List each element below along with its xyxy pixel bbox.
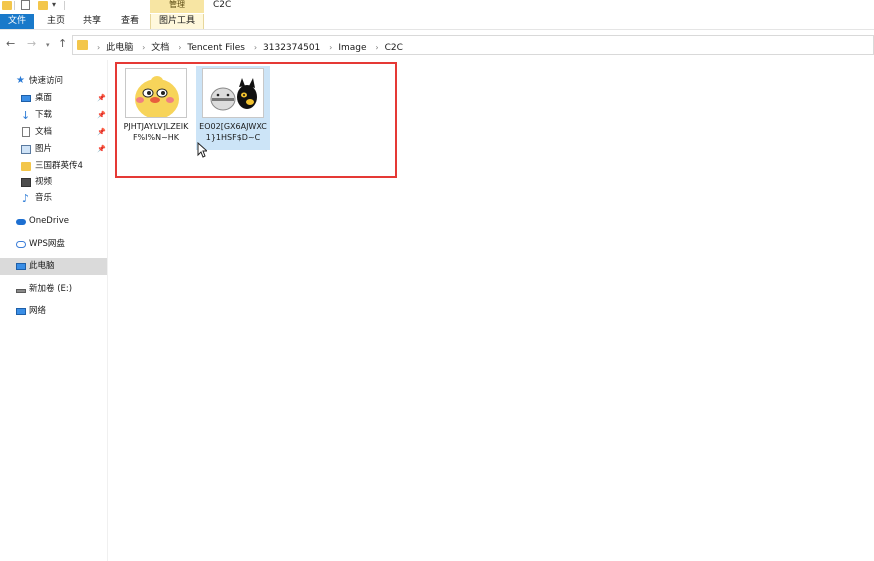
star-icon: ★ [16, 75, 25, 86]
folder-icon[interactable] [2, 1, 12, 10]
navigation-bar: ← → ▾ ↑ › 此电脑 › 文档 › Tencent Files › 3132374… [0, 31, 874, 59]
breadcrumb-item[interactable]: 3132374501 [263, 43, 320, 53]
recent-locations-chevron-icon[interactable]: ▾ [46, 40, 50, 51]
sidebar-item-label: 下载 [35, 110, 53, 120]
folder-icon [21, 162, 31, 171]
toolbar-divider [64, 1, 65, 10]
sidebar-item-label: 桌面 [35, 93, 53, 103]
up-arrow-icon[interactable]: ↑ [58, 38, 67, 49]
breadcrumb-item[interactable]: 此电脑 [106, 43, 133, 53]
pin-icon[interactable]: 📌 [97, 124, 106, 141]
desktop-icon [21, 95, 31, 102]
toolbar-divider [14, 1, 15, 10]
title-bar: ▾ 管理 C2C [0, 0, 874, 14]
onedrive-cloud-icon [16, 219, 26, 225]
pin-icon[interactable]: 📌 [97, 107, 106, 124]
folder-icon [77, 40, 88, 50]
sidebar-item-wps-drive[interactable]: WPS网盘 [0, 236, 107, 253]
forward-arrow-icon[interactable]: → [27, 38, 36, 49]
download-icon: ↓ [21, 109, 31, 122]
sidebar-item-label: 此电脑 [29, 261, 55, 271]
video-icon [21, 178, 31, 187]
sidebar-item-downloads[interactable]: ↓ 下载 📌 [0, 107, 107, 124]
sidebar-item-drive-e[interactable]: 新加卷 (E:) [0, 281, 107, 298]
sidebar-item-label: 视频 [35, 177, 53, 187]
sidebar-item-label: 音乐 [35, 193, 53, 203]
sidebar-item-label: 三国群英传4 [35, 161, 83, 171]
navigation-pane: ★ 快速访问 桌面 📌 ↓ 下载 📌 文档 📌 图片 📌 三国群英传4 视频 ♪… [0, 60, 108, 561]
window-title: C2C [213, 0, 232, 10]
new-folder-icon[interactable] [38, 1, 48, 10]
sidebar-item-label: 网络 [29, 306, 47, 316]
breadcrumb-chevron-icon[interactable]: › [329, 43, 332, 52]
sidebar-item-label: 快速访问 [29, 76, 64, 86]
sidebar-item-desktop[interactable]: 桌面 📌 [0, 90, 107, 107]
computer-icon [16, 263, 26, 270]
tab-view[interactable]: 查看 [116, 14, 144, 29]
breadcrumb-chevron-icon[interactable]: › [178, 43, 181, 52]
breadcrumb: › 此电脑 › 文档 › Tencent Files › 3132374501 › Ima… [91, 40, 403, 53]
sidebar-item-label: WPS网盘 [29, 239, 65, 249]
breadcrumb-item[interactable]: Image [338, 43, 366, 53]
sidebar-item-documents[interactable]: 文档 📌 [0, 124, 107, 141]
properties-icon[interactable] [21, 0, 30, 10]
wps-cloud-icon [16, 241, 26, 248]
sidebar-item-network[interactable]: 网络 [0, 303, 107, 320]
sidebar-item-quick-access[interactable]: ★ 快速访问 [0, 73, 107, 90]
sidebar-item-this-pc[interactable]: 此电脑 [0, 258, 107, 275]
mouse-pointer-icon [197, 142, 207, 158]
sidebar-item-label: OneDrive [29, 216, 69, 226]
breadcrumb-item[interactable]: C2C [385, 43, 403, 53]
breadcrumb-chevron-icon[interactable]: › [97, 43, 100, 52]
network-icon [16, 308, 26, 315]
sidebar-item-label: 文档 [35, 127, 53, 137]
sidebar-item-pictures[interactable]: 图片 📌 [0, 141, 107, 158]
breadcrumb-chevron-icon[interactable]: › [142, 43, 145, 52]
tab-file[interactable]: 文件 [0, 14, 34, 29]
sidebar-item-label: 图片 [35, 144, 53, 154]
sidebar-item-music[interactable]: ♪ 音乐 [0, 190, 107, 207]
sidebar-item-videos[interactable]: 视频 [0, 174, 107, 191]
breadcrumb-chevron-icon[interactable]: › [375, 43, 378, 52]
customize-toolbar-icon[interactable]: ▾ [52, 0, 56, 9]
sidebar-item-label: 新加卷 (E:) [29, 284, 73, 294]
tab-home[interactable]: 主页 [42, 14, 70, 29]
contextual-tab-group-label: 管理 [150, 0, 204, 13]
breadcrumb-item[interactable]: Tencent Files [187, 43, 245, 53]
highlight-annotation-box [115, 62, 397, 178]
sidebar-item-onedrive[interactable]: OneDrive [0, 213, 107, 230]
pin-icon[interactable]: 📌 [97, 141, 106, 158]
drive-icon [16, 289, 26, 293]
sidebar-item-folder[interactable]: 三国群英传4 [0, 158, 107, 175]
back-arrow-icon[interactable]: ← [6, 38, 15, 49]
address-bar[interactable]: › 此电脑 › 文档 › Tencent Files › 3132374501 › Ima… [72, 35, 874, 55]
music-icon: ♪ [22, 192, 30, 205]
pictures-icon [21, 145, 31, 154]
document-icon [22, 127, 30, 137]
tab-picture-tools[interactable]: 图片工具 [150, 14, 204, 29]
ribbon-tab-bar: 文件 主页 共享 查看 图片工具 [0, 14, 874, 30]
tab-share[interactable]: 共享 [80, 14, 104, 29]
breadcrumb-chevron-icon[interactable]: › [254, 43, 257, 52]
breadcrumb-item[interactable]: 文档 [151, 43, 169, 53]
pin-icon[interactable]: 📌 [97, 90, 106, 107]
